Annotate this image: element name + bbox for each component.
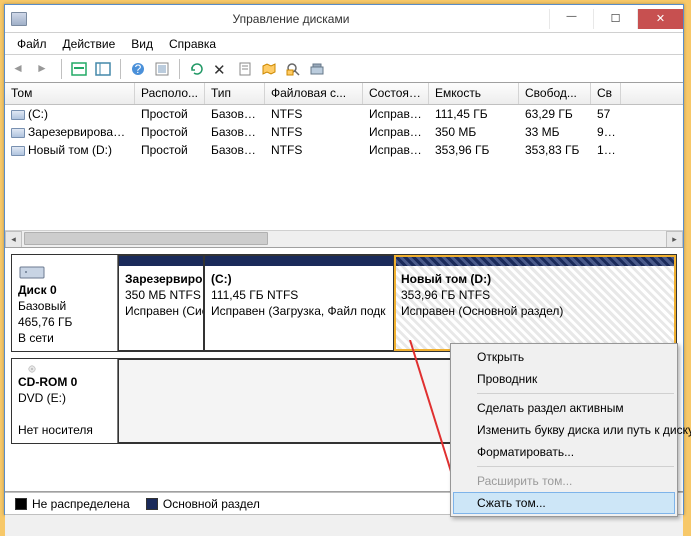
minimize-button[interactable] [549, 9, 593, 29]
cm-extend: Расширить том... [453, 470, 675, 492]
cdrom-empty: Нет носителя [18, 423, 111, 437]
swatch-unallocated [15, 498, 27, 510]
cm-format[interactable]: Форматировать... [453, 441, 675, 463]
titlebar[interactable]: Управление дисками [5, 5, 683, 33]
cm-make-active[interactable]: Сделать раздел активным [453, 397, 675, 419]
menu-view[interactable]: Вид [123, 35, 161, 53]
col-freespace[interactable]: Свобод... [519, 83, 591, 104]
volume-icon [11, 146, 25, 156]
disk-0-label[interactable]: Диск 0 Базовый 465,76 ГБ В сети [12, 255, 118, 351]
col-type[interactable]: Тип [205, 83, 265, 104]
refresh-button[interactable] [186, 58, 208, 80]
partition-d[interactable]: Новый том (D:) 353,96 ГБ NTFS Исправен (… [394, 255, 676, 351]
cdrom-label[interactable]: CD-ROM 0 DVD (E:) Нет носителя [12, 359, 118, 443]
cm-shrink[interactable]: Сжать том... [453, 492, 675, 514]
cdrom-icon [18, 365, 46, 373]
table-row[interactable]: (C:)ПростойБазовыйNTFSИсправен...111,45 … [5, 105, 683, 123]
disk-0-row[interactable]: Диск 0 Базовый 465,76 ГБ В сети Зарезерв… [11, 254, 677, 352]
disk-0-online: В сети [18, 331, 111, 345]
statusbar [5, 514, 683, 536]
toolbar-btn-3[interactable] [151, 58, 173, 80]
cm-explorer[interactable]: Проводник [453, 368, 675, 390]
help-button[interactable]: ? [127, 58, 149, 80]
app-icon [11, 12, 27, 26]
col-filesystem[interactable]: Файловая с... [265, 83, 363, 104]
maximize-button[interactable] [593, 9, 637, 29]
partition-reserved[interactable]: Зарезервиров 350 МБ NTFS Исправен (Сис [118, 255, 204, 351]
disk-0-name: Диск 0 [18, 283, 111, 297]
forward-button[interactable]: ► [33, 58, 55, 80]
window-title: Управление дисками [33, 12, 549, 26]
col-capacity[interactable]: Емкость [429, 83, 519, 104]
table-row[interactable]: Новый том (D:)ПростойБазовыйNTFSИсправен… [5, 141, 683, 159]
disk-0-type: Базовый [18, 299, 111, 313]
menu-help[interactable]: Справка [161, 35, 224, 53]
col-layout[interactable]: Располо... [135, 83, 205, 104]
cdrom-sub: DVD (E:) [18, 391, 111, 405]
toolbar-btn-5[interactable] [282, 58, 304, 80]
menu-action[interactable]: Действие [55, 35, 124, 53]
table-row[interactable]: Зарезервировано...ПростойБазовыйNTFSИспр… [5, 123, 683, 141]
toolbar-btn-6[interactable] [306, 58, 328, 80]
toolbar-btn-2[interactable] [92, 58, 114, 80]
properties-button[interactable] [234, 58, 256, 80]
disk-icon [18, 261, 46, 281]
cm-change-letter[interactable]: Изменить букву диска или путь к диску... [453, 419, 675, 441]
volume-icon [11, 128, 25, 138]
context-menu: Открыть Проводник Сделать раздел активны… [450, 343, 678, 517]
close-button[interactable] [637, 9, 683, 29]
menu-file[interactable]: Файл [9, 35, 55, 53]
back-button[interactable]: ◄ [9, 58, 31, 80]
col-status[interactable]: Состояние [363, 83, 429, 104]
horizontal-scrollbar[interactable]: ◂ ▸ [5, 230, 683, 247]
legend-unallocated: Не распределена [32, 497, 130, 511]
disk-0-size: 465,76 ГБ [18, 315, 111, 329]
scroll-thumb[interactable] [24, 232, 268, 245]
toolbar-btn-1[interactable] [68, 58, 90, 80]
legend-primary: Основной раздел [163, 497, 260, 511]
menubar: Файл Действие Вид Справка [5, 33, 683, 55]
svg-text:?: ? [135, 62, 142, 76]
cm-open[interactable]: Открыть [453, 346, 675, 368]
col-percent[interactable]: Св [591, 83, 621, 104]
swatch-primary [146, 498, 158, 510]
scroll-right-button[interactable]: ▸ [666, 231, 683, 248]
cdrom-name: CD-ROM 0 [18, 375, 111, 389]
scroll-left-button[interactable]: ◂ [5, 231, 22, 248]
delete-button[interactable]: ✕ [210, 58, 232, 80]
volume-icon [11, 110, 25, 120]
col-volume[interactable]: Том [5, 83, 135, 104]
toolbar-btn-4[interactable] [258, 58, 280, 80]
volume-table[interactable]: Том Располо... Тип Файловая с... Состоян… [5, 83, 683, 248]
partition-c[interactable]: (C:) 111,45 ГБ NTFS Исправен (Загрузка, … [204, 255, 394, 351]
toolbar: ◄ ► ? ✕ [5, 55, 683, 83]
